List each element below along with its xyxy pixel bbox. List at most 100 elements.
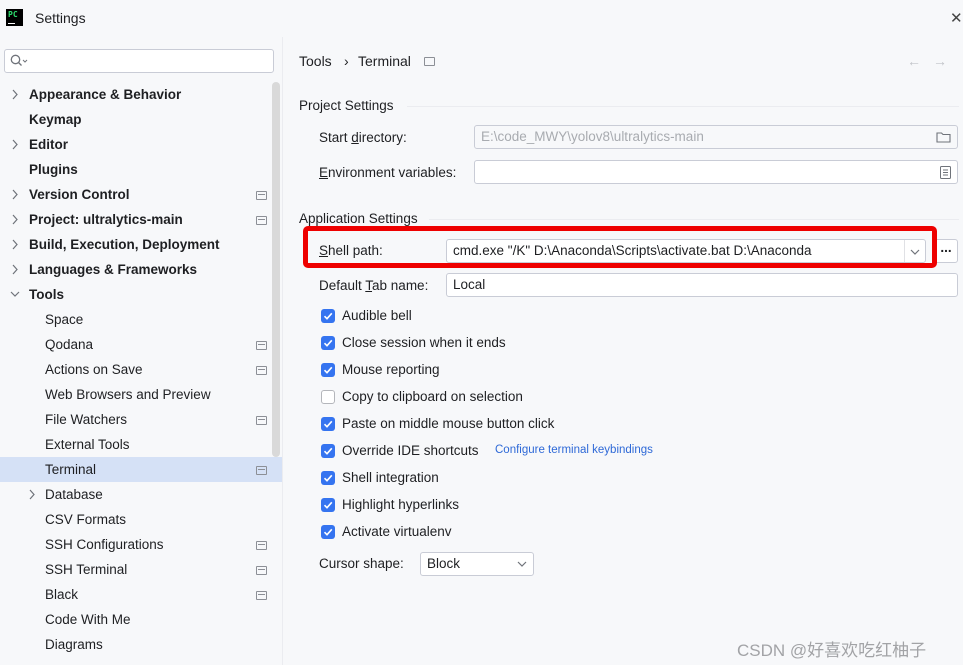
sidebar-item-project-ultralytics-main[interactable]: Project: ultralytics-main — [0, 207, 282, 232]
sidebar-item-label: Appearance & Behavior — [29, 87, 182, 102]
checkbox-label: Highlight hyperlinks — [342, 497, 460, 512]
sidebar-item-database[interactable]: Database — [0, 482, 282, 507]
forward-arrow-icon[interactable]: → — [933, 53, 947, 69]
sidebar-item-qodana[interactable]: Qodana — [0, 332, 282, 357]
sidebar-item-csv-formats[interactable]: CSV Formats — [0, 507, 282, 532]
sidebar-item-actions-on-save[interactable]: Actions on Save — [0, 357, 282, 382]
checkbox-label: Shell integration — [342, 470, 439, 485]
checkbox-checked-icon[interactable] — [321, 471, 335, 485]
sidebar-item-plugins[interactable]: Plugins — [0, 157, 282, 182]
configure-keybindings-link[interactable]: Configure terminal keybindings — [495, 444, 653, 456]
sidebar-item-label: Diagrams — [45, 637, 103, 652]
sidebar-item-ssh-configurations[interactable]: SSH Configurations — [0, 532, 282, 557]
sidebar-item-label: Keymap — [29, 112, 82, 127]
sidebar-item-build-execution-deployment[interactable]: Build, Execution, Deployment — [0, 232, 282, 257]
checkbox-checked-icon[interactable] — [321, 498, 335, 512]
checkbox-label: Audible bell — [342, 308, 412, 323]
sidebar-item-label: Plugins — [29, 162, 78, 177]
sidebar-item-label: Editor — [29, 137, 68, 152]
sidebar-item-label: Build, Execution, Deployment — [29, 237, 220, 252]
project-scope-icon — [256, 566, 267, 575]
checkbox-label: Copy to clipboard on selection — [342, 389, 523, 404]
folder-icon[interactable] — [936, 131, 951, 143]
sidebar-item-label: Actions on Save — [45, 362, 143, 377]
sidebar-item-editor[interactable]: Editor — [0, 132, 282, 157]
sidebar-item-label: SSH Terminal — [45, 562, 128, 577]
chevron-down-icon — [517, 553, 527, 582]
sidebar-item-external-tools[interactable]: External Tools — [0, 432, 282, 457]
breadcrumb-separator: › — [344, 53, 349, 69]
sidebar-item-black[interactable]: Black — [0, 582, 282, 607]
sidebar-item-label: CSV Formats — [45, 512, 127, 527]
sidebar-item-label: Terminal — [45, 462, 97, 477]
sidebar-item-label: Black — [45, 587, 79, 602]
project-scope-icon — [256, 541, 267, 550]
pycharm-logo-icon: PC — [6, 9, 23, 26]
sidebar-item-terminal[interactable]: Terminal — [0, 457, 282, 482]
project-scope-icon — [256, 591, 267, 600]
env-vars-label: Environment variables: — [319, 165, 457, 180]
sidebar-item-label: SSH Configurations — [45, 537, 164, 552]
sidebar-item-code-with-me[interactable]: Code With Me — [0, 607, 282, 632]
sidebar-item-file-watchers[interactable]: File Watchers — [0, 407, 282, 432]
section-divider — [407, 106, 959, 107]
checkbox-checked-icon[interactable] — [321, 417, 335, 431]
checkbox-label: Close session when it ends — [342, 335, 506, 350]
checkbox-label: Mouse reporting — [342, 362, 440, 377]
checkbox-checked-icon[interactable] — [321, 444, 335, 458]
settings-tree: Appearance & Behavior Keymap Editor Plugins… — [0, 82, 282, 657]
checkbox-label: Activate virtualenv — [342, 524, 452, 539]
sidebar-item-web-browsers-and-preview[interactable]: Web Browsers and Preview — [0, 382, 282, 407]
checkbox-checked-icon[interactable] — [321, 525, 335, 539]
default-tab-label: Default Tab name: — [319, 278, 429, 293]
sidebar-item-label: Web Browsers and Preview — [45, 387, 211, 402]
default-tab-name-field[interactable]: Local — [446, 273, 958, 297]
section-divider — [429, 219, 959, 220]
sidebar-item-label: Version Control — [29, 187, 130, 202]
project-scope-icon — [256, 216, 267, 225]
sidebar-item-label: Qodana — [45, 337, 94, 352]
sidebar-item-space[interactable]: Space — [0, 307, 282, 332]
back-arrow-icon[interactable]: ← — [907, 53, 921, 69]
project-scope-icon — [424, 57, 435, 66]
project-scope-icon — [256, 366, 267, 375]
project-scope-icon — [256, 416, 267, 425]
project-scope-icon — [256, 191, 267, 200]
browse-shell-button[interactable]: ... — [934, 239, 958, 263]
start-directory-label: Start directory: — [319, 130, 407, 145]
sidebar-item-tools[interactable]: Tools — [0, 282, 282, 307]
breadcrumb-terminal: Terminal — [358, 53, 411, 69]
settings-sidebar: Appearance & Behavior Keymap Editor Plugins… — [0, 37, 282, 665]
sidebar-item-languages-frameworks[interactable]: Languages & Frameworks — [0, 257, 282, 282]
close-icon[interactable]: ✕ — [950, 9, 963, 27]
window-title: Settings — [35, 10, 86, 26]
sidebar-item-label: Database — [45, 487, 103, 502]
breadcrumb-tools[interactable]: Tools — [299, 53, 332, 69]
sidebar-item-label: Code With Me — [45, 612, 131, 627]
settings-search-input[interactable] — [4, 49, 274, 73]
search-icon — [10, 54, 28, 66]
checkbox-checked-icon[interactable] — [321, 309, 335, 323]
cursor-shape-select[interactable]: Block — [420, 552, 534, 576]
sidebar-item-label: Languages & Frameworks — [29, 262, 198, 277]
application-settings-title: Application Settings — [299, 211, 418, 226]
annotation-highlight-box — [303, 226, 937, 268]
project-scope-icon — [256, 466, 267, 475]
checkbox-unchecked-icon[interactable] — [321, 390, 335, 404]
watermark: CSDN @好喜欢吃红柚子 — [737, 641, 927, 660]
sidebar-item-keymap[interactable]: Keymap — [0, 107, 282, 132]
sidebar-item-version-control[interactable]: Version Control — [0, 182, 282, 207]
title-bar: PC Settings ✕ — [0, 0, 963, 37]
sidebar-item-ssh-terminal[interactable]: SSH Terminal — [0, 557, 282, 582]
checkbox-checked-icon[interactable] — [321, 336, 335, 350]
sidebar-scrollbar[interactable] — [272, 82, 280, 457]
checkbox-checked-icon[interactable] — [321, 363, 335, 377]
sidebar-item-diagrams[interactable]: Diagrams — [0, 632, 282, 657]
sidebar-item-label: External Tools — [45, 437, 130, 452]
env-vars-field[interactable] — [474, 160, 958, 184]
list-icon[interactable] — [940, 166, 951, 179]
cursor-shape-label: Cursor shape: — [319, 556, 404, 571]
sidebar-item-label: File Watchers — [45, 412, 128, 427]
sidebar-item-appearance-behavior[interactable]: Appearance & Behavior — [0, 82, 282, 107]
start-directory-field[interactable]: E:\code_MWY\yolov8\ultralytics-main — [474, 125, 958, 149]
